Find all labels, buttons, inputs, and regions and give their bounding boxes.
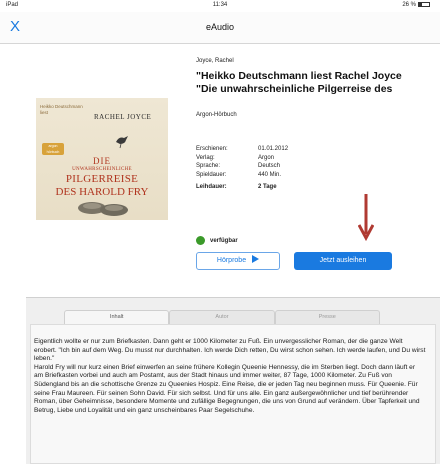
page-title: eAudio — [205, 22, 235, 32]
book-title-line: "Die unwahrscheinliche Pilgerreise des — [196, 83, 393, 95]
tab-autor[interactable]: Autor — [169, 310, 275, 324]
shoes-illustration — [78, 202, 128, 216]
book-metadata: Erschienen: 01.01.2012 Verlag: Argon Sprac… — [196, 146, 288, 193]
loan-value: 2 Tage — [258, 184, 277, 190]
availability-dot-icon — [196, 236, 205, 245]
meta-key: Sprache: — [196, 163, 221, 169]
meta-key: Spieldauer: — [196, 171, 227, 178]
status-bar: iPad 11:34 26 % — [0, 0, 440, 12]
battery-indicator: 26 % — [402, 2, 430, 8]
arrow-down-icon — [358, 194, 374, 242]
meta-value: Argon — [258, 154, 275, 161]
book-title-line: "Heikko Deutschmann liest Rachel Joyce — [196, 70, 402, 82]
meta-key: Verlag: — [196, 154, 215, 161]
tab-inhalt[interactable]: Inhalt — [64, 310, 170, 324]
meta-value: 440 Min. — [258, 171, 282, 178]
battery-icon — [418, 2, 430, 7]
book-title: "Heikko Deutschmann liest Rachel Joyce "… — [196, 70, 432, 96]
navigation-bar: X eAudio — [0, 12, 440, 44]
meta-row-loan: Leihdauer: 2 Tage — [196, 184, 288, 193]
meta-row-publisher: Verlag: Argon — [196, 155, 288, 164]
book-author: Joyce, Rachel — [196, 58, 234, 64]
meta-row-published: Erschienen: 01.01.2012 — [196, 146, 288, 155]
preview-button-label: Hörprobe — [216, 257, 247, 264]
clock: 11:34 — [212, 2, 228, 8]
play-icon — [252, 255, 260, 263]
description-text: Eigentlich wollte er nur zum Briefkasten… — [34, 338, 426, 415]
meta-value: 01.01.2012 — [258, 146, 289, 152]
meta-value: Deutsch — [258, 163, 281, 169]
tab-bar: Inhalt Autor Presse — [64, 310, 380, 324]
loan-key: Leihdauer: — [196, 184, 227, 190]
borrow-button[interactable]: Jetzt ausleihen — [294, 252, 392, 270]
description-paragraph: Harold Fry will nur kurz einen Brief ein… — [34, 363, 420, 414]
meta-key: Erschienen: — [196, 146, 228, 152]
battery-percent: 26 % — [402, 2, 416, 8]
tab-presse[interactable]: Presse — [274, 310, 380, 324]
meta-row-duration: Spieldauer: 440 Min. — [196, 172, 288, 181]
book-cover: Heikko Deutschmann liest RACHEL JOYCE ar… — [36, 98, 168, 220]
availability-label: verfügbar — [210, 237, 238, 244]
description-paragraph: Eigentlich wollte er nur zum Briefkasten… — [34, 338, 426, 363]
preview-button[interactable]: Hörprobe — [196, 252, 280, 270]
book-publisher: Argon-Hörbuch — [196, 112, 237, 118]
availability-status: verfügbar — [196, 236, 238, 245]
meta-row-language: Sprache: Deutsch — [196, 163, 288, 172]
